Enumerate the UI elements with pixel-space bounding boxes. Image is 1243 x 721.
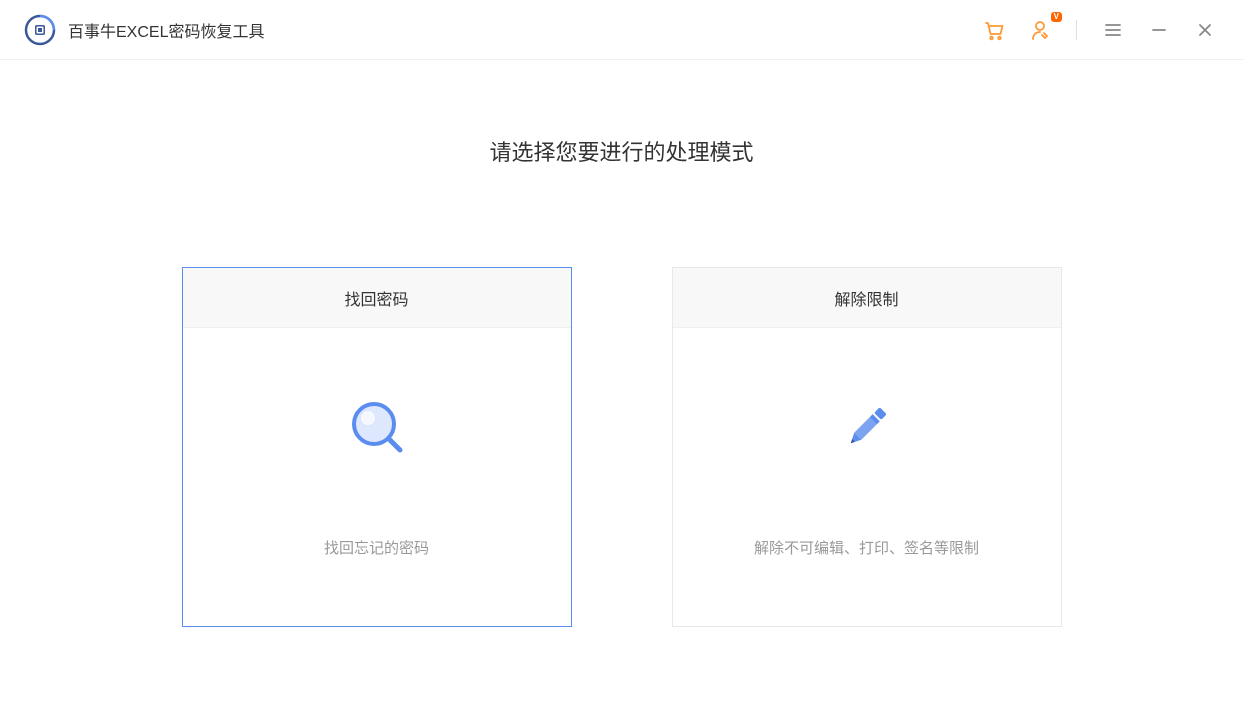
cart-button[interactable] — [980, 16, 1008, 44]
pencil-icon — [837, 397, 897, 457]
app-title: 百事牛EXCEL密码恢复工具 — [68, 18, 264, 42]
mode-card-title: 解除限制 — [673, 268, 1061, 328]
mode-card-title: 找回密码 — [183, 268, 571, 328]
mode-card-remove-restrictions[interactable]: 解除限制 解除不可编辑、打印、签名等限制 — [672, 267, 1062, 627]
mode-cards-container: 找回密码 找回忘记的密码 解除限制 — [0, 267, 1243, 627]
vip-badge: V — [1051, 12, 1062, 22]
search-icon — [347, 397, 407, 457]
app-logo-icon — [24, 14, 56, 46]
titlebar-left: 百事牛EXCEL密码恢复工具 — [24, 14, 264, 46]
page-heading: 请选择您要进行的处理模式 — [0, 135, 1243, 167]
mode-card-body: 解除不可编辑、打印、签名等限制 — [673, 328, 1061, 626]
titlebar-right: V — [980, 16, 1219, 44]
close-button[interactable] — [1191, 16, 1219, 44]
minimize-button[interactable] — [1145, 16, 1173, 44]
user-account-button[interactable]: V — [1026, 16, 1054, 44]
mode-card-description: 解除不可编辑、打印、签名等限制 — [754, 537, 979, 558]
mode-card-recover-password[interactable]: 找回密码 找回忘记的密码 — [182, 267, 572, 627]
divider — [1076, 20, 1077, 40]
menu-button[interactable] — [1099, 16, 1127, 44]
mode-card-body: 找回忘记的密码 — [183, 328, 571, 626]
main-content: 请选择您要进行的处理模式 找回密码 找回忘记的密码 解除限制 — [0, 60, 1243, 627]
titlebar: 百事牛EXCEL密码恢复工具 V — [0, 0, 1243, 60]
mode-card-description: 找回忘记的密码 — [324, 537, 429, 558]
